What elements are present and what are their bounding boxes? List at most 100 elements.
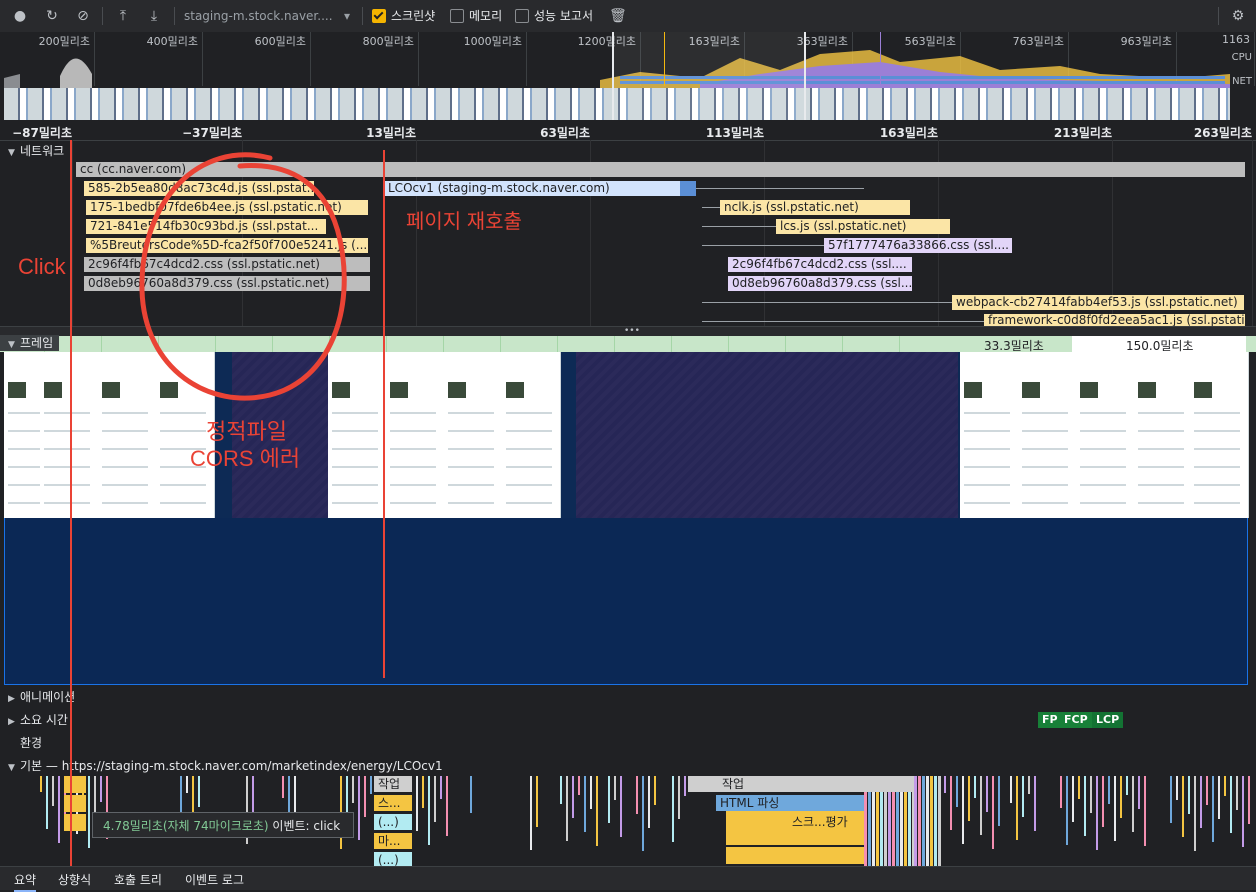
frame-screenshot[interactable] xyxy=(386,352,445,518)
flame-column[interactable] xyxy=(40,776,42,792)
timings-section-header[interactable]: ▶ 소요 시간 xyxy=(0,711,68,729)
flame-column[interactable] xyxy=(980,776,982,835)
flame-column[interactable] xyxy=(648,776,650,828)
flame-column[interactable] xyxy=(358,776,360,840)
flame-column[interactable] xyxy=(914,776,917,866)
network-request[interactable]: LCOcv1 (staging-m.stock.naver.com) xyxy=(384,181,696,196)
record-icon[interactable]: ● xyxy=(12,8,28,24)
tab-call-tree[interactable]: 호출 트리 xyxy=(114,871,162,888)
flame-column[interactable] xyxy=(1084,776,1086,836)
frame-screenshot[interactable] xyxy=(960,352,1019,518)
main-thread-section-header[interactable]: ▼ 기본 — https://staging-m.stock.naver.com/… xyxy=(0,757,443,775)
flame-column[interactable] xyxy=(1060,776,1062,808)
clear-icon[interactable]: ⊘ xyxy=(75,8,91,24)
flame-column[interactable] xyxy=(1096,776,1098,850)
flame-column[interactable] xyxy=(416,776,418,831)
script-eval-block[interactable]: 스크...평가 xyxy=(726,814,864,830)
flame-column[interactable] xyxy=(1194,776,1196,851)
network-request[interactable]: 57f1777476a33866.css (ssl.... xyxy=(824,238,1012,253)
call-block[interactable]: (...) xyxy=(374,814,412,830)
frame-screenshot[interactable] xyxy=(1190,352,1249,518)
flame-column[interactable] xyxy=(434,776,436,822)
flame-block[interactable] xyxy=(726,847,864,864)
flame-column[interactable] xyxy=(1034,776,1036,831)
flame-column[interactable] xyxy=(614,776,616,800)
flame-column[interactable] xyxy=(934,776,937,866)
flame-column[interactable] xyxy=(572,776,574,818)
flame-column[interactable] xyxy=(1248,776,1250,824)
flame-column[interactable] xyxy=(282,776,284,798)
flame-column[interactable] xyxy=(922,776,925,866)
network-request[interactable]: framework-c0d8f0fd2eea5ac1.js (ssl.pstat… xyxy=(984,314,1245,326)
flame-column[interactable] xyxy=(1144,776,1146,846)
flame-column[interactable] xyxy=(1022,776,1024,817)
overview-selection[interactable] xyxy=(612,32,806,120)
tab-event-log[interactable]: 이벤트 로그 xyxy=(185,871,244,888)
flame-block[interactable] xyxy=(726,828,864,845)
flame-column[interactable] xyxy=(470,776,472,813)
flame-column[interactable] xyxy=(1182,776,1184,837)
flame-column[interactable] xyxy=(1120,776,1122,818)
fcp-marker[interactable]: FCP xyxy=(1060,712,1092,728)
flame-column[interactable] xyxy=(1230,776,1232,833)
call-block[interactable]: 마... xyxy=(374,833,412,849)
network-request[interactable]: webpack-cb27414fabb4ef53.js (ssl.pstatic… xyxy=(952,295,1244,310)
flame-column[interactable] xyxy=(944,776,946,793)
lcp-marker[interactable]: LCP xyxy=(1092,712,1124,728)
flame-column[interactable] xyxy=(566,776,568,841)
flame-column[interactable] xyxy=(578,776,580,795)
flame-column[interactable] xyxy=(950,776,952,830)
flame-column[interactable] xyxy=(58,776,60,843)
flame-column[interactable] xyxy=(530,776,532,850)
flame-column[interactable] xyxy=(620,776,622,837)
flame-column[interactable] xyxy=(370,776,372,794)
html-parse-block[interactable]: HTML 파싱 xyxy=(716,795,864,811)
flame-column[interactable] xyxy=(998,776,1000,826)
flame-column[interactable] xyxy=(590,776,592,809)
flame-block[interactable] xyxy=(64,795,86,812)
flame-column[interactable] xyxy=(52,776,54,806)
flame-column[interactable] xyxy=(1102,776,1104,827)
animation-section-header[interactable]: ▶ 애니메이션 xyxy=(0,688,75,706)
call-block[interactable]: 스... xyxy=(374,795,412,811)
flame-column[interactable] xyxy=(46,776,48,829)
memory-checkbox[interactable] xyxy=(450,9,464,23)
flame-column[interactable] xyxy=(364,776,366,817)
flame-column[interactable] xyxy=(654,776,656,805)
flame-column[interactable] xyxy=(536,776,538,827)
flame-column[interactable] xyxy=(1236,776,1238,810)
flame-column[interactable] xyxy=(1188,776,1190,814)
flame-column[interactable] xyxy=(560,776,562,804)
frame-screenshot[interactable] xyxy=(502,352,561,518)
flame-column[interactable] xyxy=(1170,776,1172,823)
flame-column[interactable] xyxy=(968,776,970,821)
flame-column[interactable] xyxy=(352,776,354,803)
flame-column[interactable] xyxy=(642,776,644,851)
flame-column[interactable] xyxy=(1132,776,1134,832)
flame-column[interactable] xyxy=(986,776,988,812)
flame-column[interactable] xyxy=(1016,776,1018,840)
flame-column[interactable] xyxy=(930,776,933,866)
network-section-header[interactable]: ▼ 네트워크 xyxy=(0,142,64,160)
flame-column[interactable] xyxy=(678,776,680,819)
reload-record-icon[interactable]: ↻ xyxy=(44,8,60,24)
flame-column[interactable] xyxy=(926,776,929,866)
flame-column[interactable] xyxy=(684,776,686,796)
flame-column[interactable] xyxy=(608,776,610,823)
flame-column[interactable] xyxy=(180,776,182,816)
flame-column[interactable] xyxy=(1108,776,1110,804)
flame-column[interactable] xyxy=(636,776,638,814)
flame-column[interactable] xyxy=(974,776,976,798)
network-request[interactable]: nclk.js (ssl.pstatic.net) xyxy=(720,200,910,215)
flame-column[interactable] xyxy=(186,776,188,793)
flame-column[interactable] xyxy=(1072,776,1074,822)
flame-column[interactable] xyxy=(1090,776,1092,813)
download-icon[interactable]: ⤓ xyxy=(146,8,162,24)
tab-bottom-up[interactable]: 상향식 xyxy=(58,871,91,888)
flame-column[interactable] xyxy=(1242,776,1244,847)
flame-column[interactable] xyxy=(440,776,442,799)
flame-column[interactable] xyxy=(1212,776,1214,842)
flame-column[interactable] xyxy=(1206,776,1208,805)
flame-column[interactable] xyxy=(1200,776,1202,828)
upload-icon[interactable]: ⤒ xyxy=(115,8,131,24)
